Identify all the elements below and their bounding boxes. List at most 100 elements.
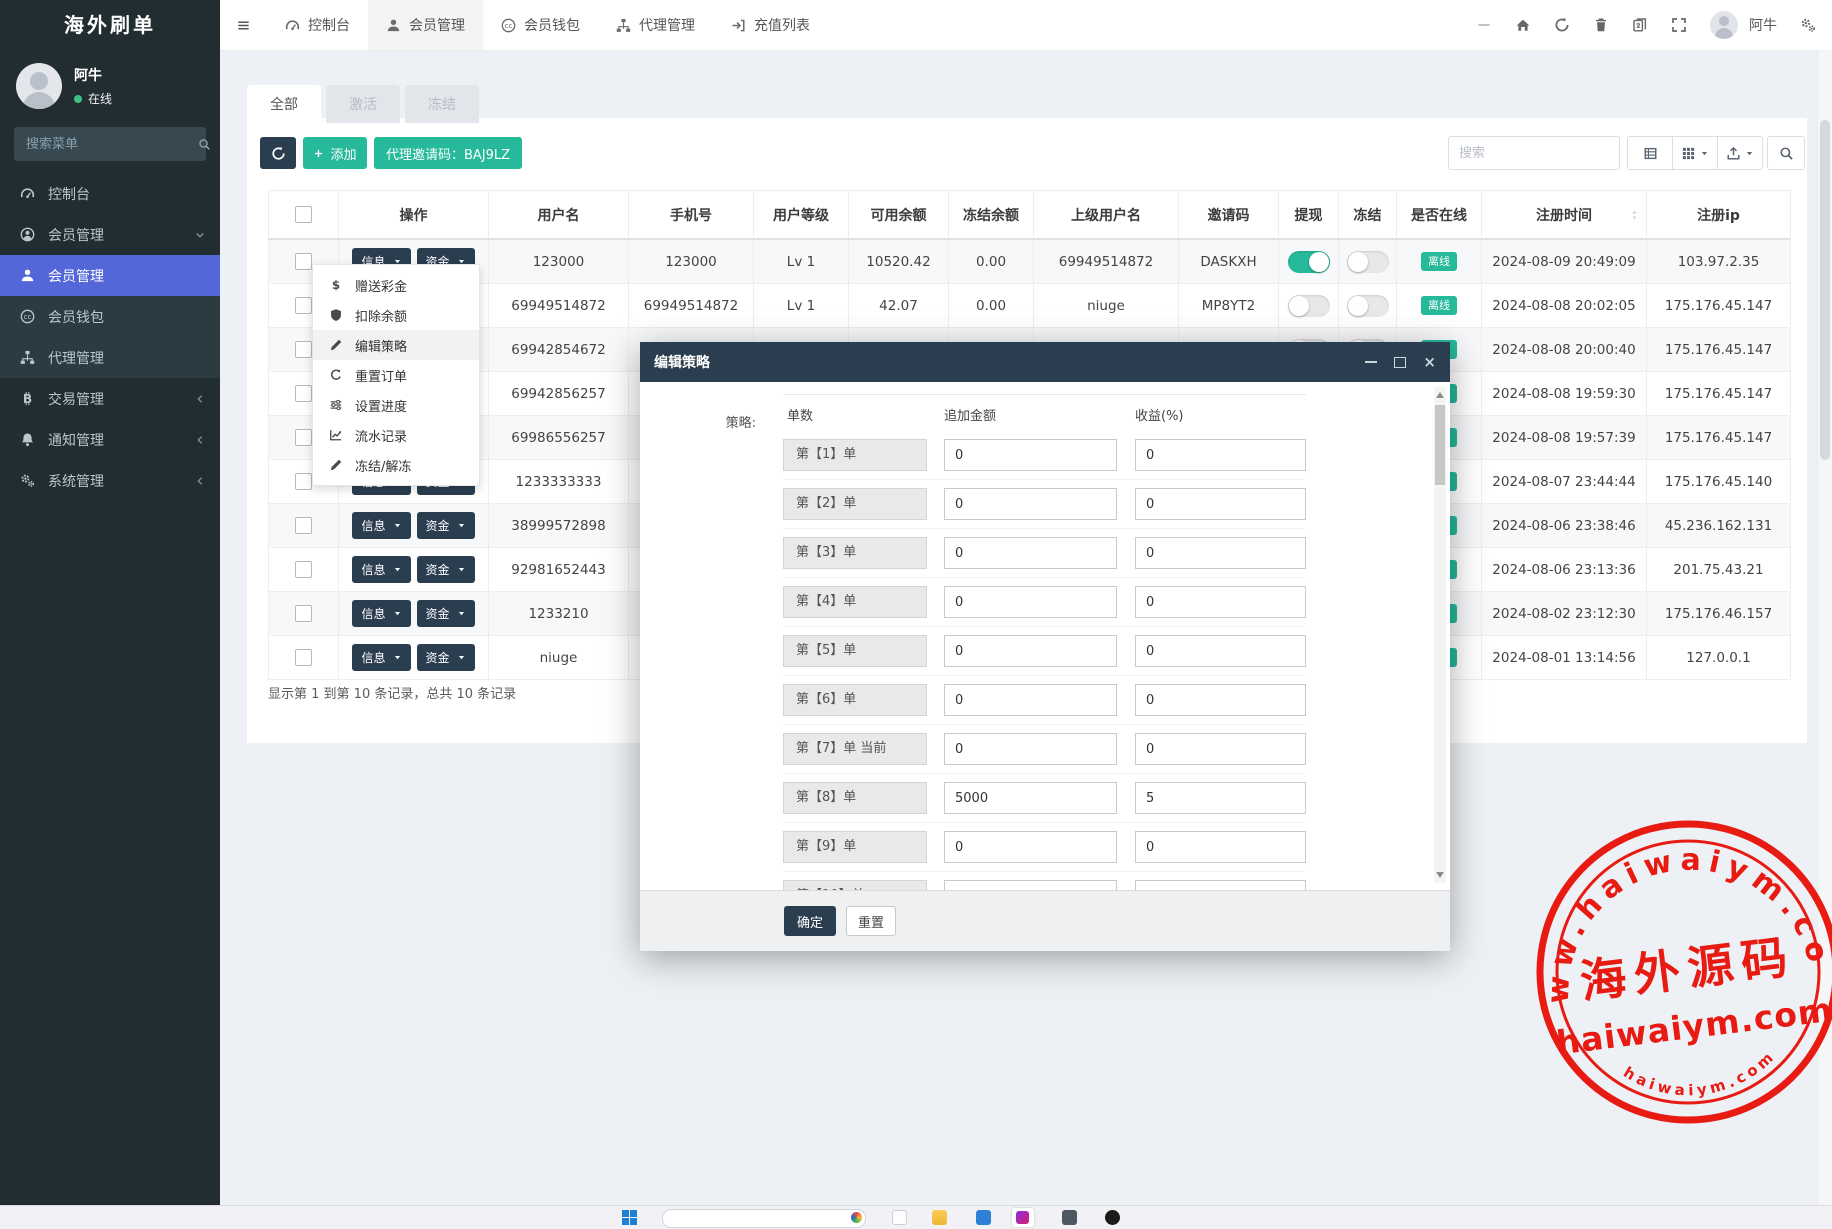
table-search-input[interactable] <box>1448 136 1620 170</box>
maximize-icon[interactable] <box>1394 357 1406 368</box>
fullscreen-icon[interactable] <box>1671 17 1687 33</box>
info-button[interactable]: 信息 <box>352 512 410 539</box>
row-checkbox[interactable] <box>295 517 312 534</box>
row-checkbox[interactable] <box>295 649 312 666</box>
file-explorer-icon[interactable] <box>932 1210 947 1225</box>
extra-amount-input[interactable] <box>944 537 1117 569</box>
dropdown-item[interactable]: 设置进度 <box>313 390 479 420</box>
scroll-down-icon[interactable] <box>1436 872 1444 878</box>
info-button[interactable]: 信息 <box>352 556 410 583</box>
nav-item[interactable]: 会员管理 <box>368 0 483 50</box>
scrollbar-thumb[interactable] <box>1435 405 1445 485</box>
refresh-button[interactable] <box>260 137 296 169</box>
funds-button[interactable]: 资金 <box>417 644 475 671</box>
scrollbar-thumb[interactable] <box>1820 120 1830 460</box>
dropdown-item[interactable]: 流水记录 <box>313 420 479 450</box>
sidebar-item[interactable]: 通知管理 <box>0 419 220 460</box>
nav-item[interactable]: 代理管理 <box>598 0 713 50</box>
profit-percent-input[interactable] <box>1135 782 1306 814</box>
sidebar-item[interactable]: 会员钱包 <box>0 296 220 337</box>
filter-tab[interactable]: 冻结 <box>405 85 479 123</box>
extra-amount-input[interactable] <box>944 488 1117 520</box>
profit-percent-input[interactable] <box>1135 831 1306 863</box>
search-button[interactable] <box>1767 136 1805 170</box>
funds-button[interactable]: 资金 <box>417 600 475 627</box>
profit-percent-input[interactable] <box>1135 684 1306 716</box>
row-checkbox[interactable] <box>295 253 312 270</box>
dropdown-item[interactable]: 重置订单 <box>313 360 479 390</box>
navbar-avatar[interactable] <box>1710 11 1738 39</box>
settings-gears-icon[interactable] <box>1800 17 1816 33</box>
translate-icon[interactable] <box>1632 17 1648 33</box>
extra-amount-input[interactable] <box>944 586 1117 618</box>
taskbar-search[interactable] <box>662 1209 866 1228</box>
taskbar-app-icon[interactable] <box>1105 1210 1120 1225</box>
modal-scrollbar[interactable] <box>1434 387 1446 883</box>
export-button[interactable] <box>1717 136 1763 170</box>
row-checkbox[interactable] <box>295 297 312 314</box>
reset-button[interactable]: 重置 <box>846 906 896 936</box>
profit-percent-input[interactable] <box>1135 439 1306 471</box>
dropdown-item[interactable]: 扣除余额 <box>313 300 479 330</box>
sort-icon[interactable] <box>1629 208 1640 221</box>
extra-amount-input[interactable] <box>944 439 1117 471</box>
sidebar-item[interactable]: 代理管理 <box>0 337 220 378</box>
profit-percent-input[interactable] <box>1135 586 1306 618</box>
profit-percent-input[interactable] <box>1135 537 1306 569</box>
minimize-icon[interactable] <box>1476 17 1492 33</box>
withdraw-toggle[interactable] <box>1288 295 1330 317</box>
dropdown-item[interactable]: 赠送彩金 <box>313 270 479 300</box>
sidebar-item[interactable]: 会员管理 <box>0 214 220 255</box>
dropdown-item[interactable]: 冻结/解冻 <box>313 450 479 480</box>
toggle-view-button[interactable] <box>1627 136 1673 170</box>
withdraw-toggle[interactable] <box>1288 251 1330 273</box>
extra-amount-input[interactable] <box>944 782 1117 814</box>
row-checkbox[interactable] <box>295 385 312 402</box>
extra-amount-input[interactable] <box>944 635 1117 667</box>
sidebar-search-input[interactable] <box>24 136 198 153</box>
profit-percent-input[interactable] <box>1135 635 1306 667</box>
select-all-checkbox[interactable] <box>295 206 312 223</box>
windows-start-icon[interactable] <box>622 1210 637 1225</box>
columns-button[interactable] <box>1672 136 1718 170</box>
home-icon[interactable] <box>1515 17 1531 33</box>
close-icon[interactable]: × <box>1423 355 1436 370</box>
info-button[interactable]: 信息 <box>352 600 410 627</box>
freeze-toggle[interactable] <box>1347 251 1389 273</box>
extra-amount-input[interactable] <box>944 733 1117 765</box>
taskbar-app-icon[interactable] <box>1062 1210 1077 1225</box>
row-checkbox[interactable] <box>295 429 312 446</box>
trash-icon[interactable] <box>1593 17 1609 33</box>
extra-amount-input[interactable] <box>944 684 1117 716</box>
profit-percent-input[interactable] <box>1135 733 1306 765</box>
minimize-icon[interactable] <box>1365 361 1377 363</box>
sidebar-item[interactable]: 系统管理 <box>0 460 220 501</box>
taskbar-app-icon[interactable] <box>976 1210 991 1225</box>
profit-percent-input[interactable] <box>1135 880 1306 890</box>
row-checkbox[interactable] <box>295 341 312 358</box>
info-button[interactable]: 信息 <box>352 644 410 671</box>
row-checkbox[interactable] <box>295 561 312 578</box>
extra-amount-input[interactable] <box>944 831 1117 863</box>
row-checkbox[interactable] <box>295 605 312 622</box>
funds-button[interactable]: 资金 <box>417 556 475 583</box>
sidebar-item[interactable]: 控制台 <box>0 173 220 214</box>
refresh-icon[interactable] <box>1554 17 1570 33</box>
dropdown-item[interactable]: 编辑策略 <box>313 330 479 360</box>
confirm-button[interactable]: 确定 <box>784 906 836 936</box>
sidebar-item[interactable]: 交易管理 <box>0 378 220 419</box>
taskbar-app-icon[interactable] <box>892 1210 907 1225</box>
active-app-icon[interactable] <box>1012 1208 1034 1227</box>
nav-item[interactable]: 充值列表 <box>713 0 828 50</box>
sidebar-toggle-button[interactable] <box>220 0 267 50</box>
nav-item[interactable]: 控制台 <box>267 0 368 50</box>
row-checkbox[interactable] <box>295 473 312 490</box>
filter-tab[interactable]: 全部 <box>247 85 321 123</box>
profit-percent-input[interactable] <box>1135 488 1306 520</box>
nav-item[interactable]: 会员钱包 <box>483 0 598 50</box>
freeze-toggle[interactable] <box>1347 295 1389 317</box>
navbar-user-name[interactable]: 阿牛 <box>1749 15 1777 35</box>
add-button[interactable]: 添加 <box>303 137 367 169</box>
filter-tab[interactable]: 激活 <box>326 85 400 123</box>
funds-button[interactable]: 资金 <box>417 512 475 539</box>
